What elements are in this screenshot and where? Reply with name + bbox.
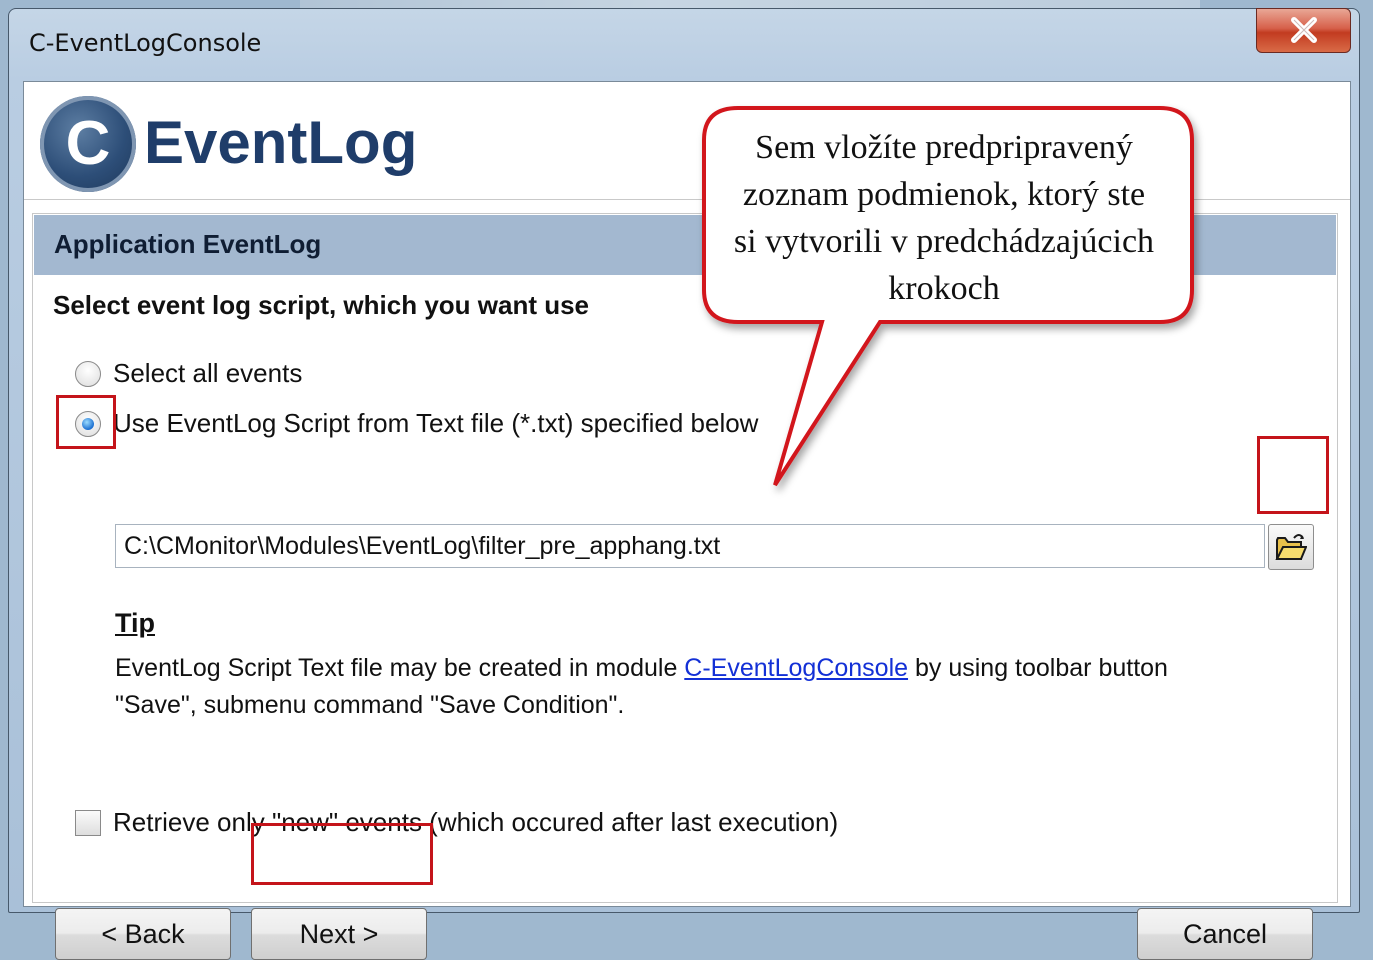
wizard-panel: Application EventLog Select event log sc… [32, 213, 1338, 960]
logo-text: EventLog [144, 109, 418, 176]
retrieve-new-label[interactable]: Retrieve only "new" events (which occure… [113, 807, 838, 838]
instruction-heading: Select event log script, which you want … [53, 290, 590, 320]
callout-line: krokoch [888, 270, 1000, 307]
close-icon [1291, 17, 1317, 43]
highlight-radio-box [56, 395, 116, 449]
highlight-browse-box [1257, 436, 1329, 514]
back-button[interactable]: < Back [55, 908, 231, 960]
callout-line: zoznam podmienok, ktorý ste [742, 176, 1146, 213]
radio-select-all-events[interactable] [75, 361, 101, 387]
window-title: C-EventLogConsole [29, 29, 262, 57]
highlight-next-box [251, 823, 433, 885]
section-title: Application EventLog [54, 229, 322, 259]
open-folder-icon [1275, 534, 1307, 560]
callout-line: si vytvorili v predchádzajúcich [733, 223, 1155, 260]
cancel-button[interactable]: Cancel [1137, 908, 1313, 960]
tip-title: Tip [115, 608, 155, 638]
next-button[interactable]: Next > [251, 908, 427, 960]
retrieve-new-checkbox[interactable] [75, 810, 101, 836]
radio-label-all-events[interactable]: Select all events [113, 358, 302, 389]
tip-text: EventLog Script Text file may be created… [115, 650, 1245, 724]
logo-letter: C [65, 109, 111, 178]
title-bar: C-EventLogConsole [9, 8, 1359, 79]
browse-button[interactable] [1268, 524, 1314, 570]
eventlog-logo: C EventLog [40, 90, 417, 192]
callout-line: Sem vložíte predpripravený [755, 129, 1133, 166]
radio-label-script-file[interactable]: Use EventLog Script from Text file (*.tx… [113, 408, 758, 439]
callout-text: Sem vložíte predpripravený zoznam podmie… [708, 124, 1180, 312]
eventlogconsole-link[interactable]: C-EventLogConsole [684, 654, 908, 682]
script-path-input[interactable] [115, 524, 1265, 568]
close-button[interactable] [1256, 8, 1351, 53]
tip-text-start: EventLog Script Text file may be created… [115, 654, 685, 682]
